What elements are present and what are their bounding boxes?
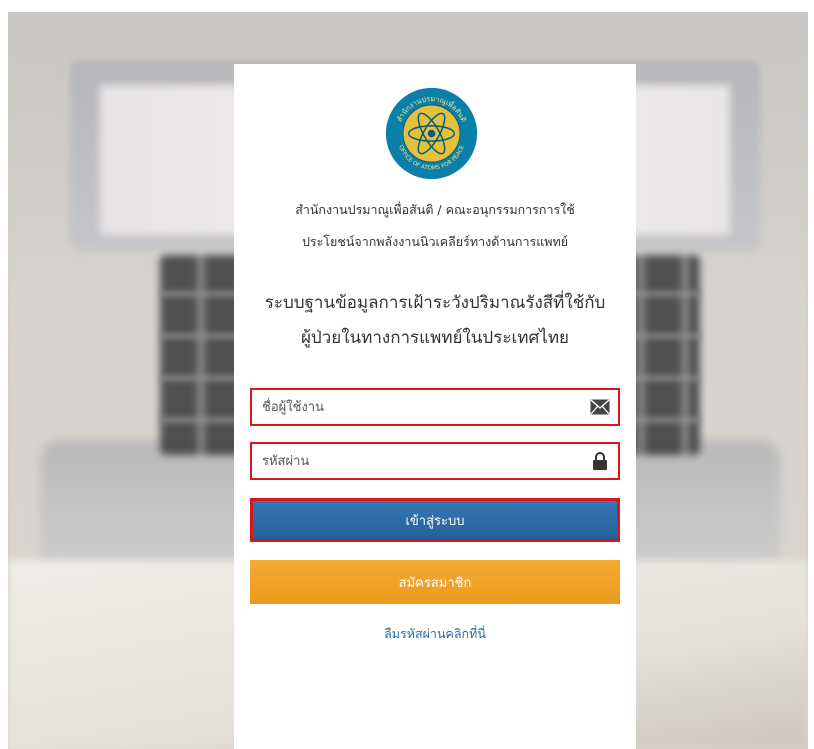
- envelope-icon: [590, 399, 610, 415]
- password-input[interactable]: [262, 444, 572, 478]
- username-input[interactable]: [262, 390, 572, 424]
- organization-line-1: สำนักงานปรมาณูเพื่อสันติ / คณะอนุกรรมการ…: [295, 202, 575, 217]
- organization-line-2: ประโยชน์จากพลังงานนิวเคลียร์ทางด้านการแพ…: [301, 234, 569, 249]
- system-title-line-1: ระบบฐานข้อมูลการเฝ้าระวังปริมาณรังสีที่ใ…: [264, 293, 606, 313]
- system-title-line-2: ผู้ป่วยในทางการแพทย์ในประเทศไทย: [300, 328, 570, 348]
- username-field: [250, 388, 620, 426]
- oap-logo: สำนักงานปรมาณูเพื่อสันติ OFFICE OF ATOMS…: [385, 87, 478, 180]
- password-field: [250, 442, 620, 480]
- forgot-password-link[interactable]: ลืมรหัสผ่านคลิกที่นี่: [234, 624, 636, 644]
- lock-icon: [593, 452, 607, 470]
- login-button[interactable]: เข้าสู่ระบบ: [250, 498, 620, 542]
- register-button[interactable]: สมัครสมาชิก: [250, 560, 620, 604]
- login-card: สำนักงานปรมาณูเพื่อสันติ OFFICE OF ATOMS…: [234, 64, 636, 749]
